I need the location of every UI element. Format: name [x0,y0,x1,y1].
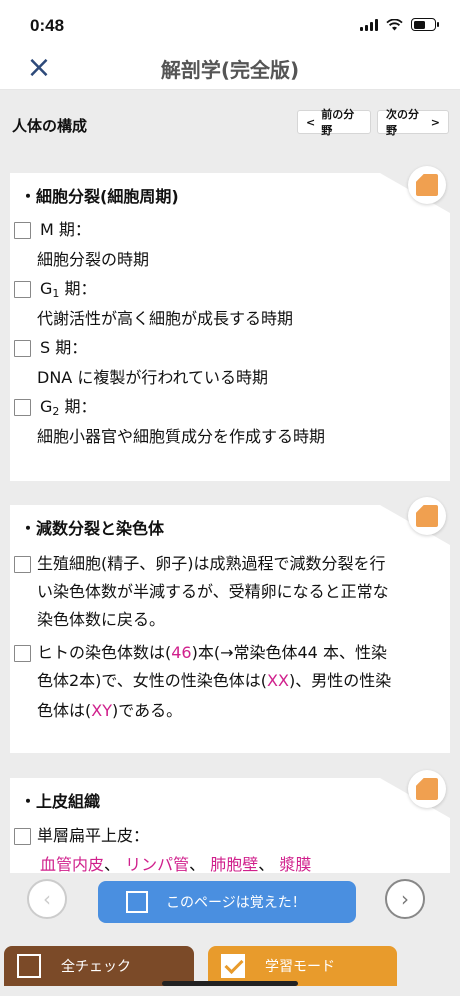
item-checkbox[interactable] [14,222,31,239]
next-page-button[interactable]: › [385,879,425,919]
all-check-button[interactable]: 全チェック [4,946,194,986]
item-text-line: ヒトの染色体数は(46)本(→常染色体44 本、性染 [37,643,387,662]
memorized-label: このページは覚えた！ [166,895,306,911]
item-term: G2 期： [40,397,97,418]
card-title: ・上皮組織 [20,792,101,811]
prev-section-button[interactable]: < 前の分野 [297,108,371,137]
fold-note-icon[interactable] [408,497,446,535]
next-section-label: 次の分野 [386,108,419,137]
battery-icon [411,18,439,31]
chevron-left-icon: ‹ [43,887,51,911]
status-icons [360,18,439,31]
item-description: 代謝活性が高く細胞が成長する時期 [37,309,294,328]
bottom-toolbar: ‹ このページは覚えた！ › 全チェック 学習モード [0,873,460,996]
answer-text: XX [267,671,289,690]
card-title: ・減数分裂と染色体 [20,519,165,538]
item-checkbox[interactable] [14,556,31,573]
fold-note-icon[interactable] [408,770,446,808]
item-text-line: 染色体数に戻る。 [37,610,166,629]
item-checkbox[interactable] [14,281,31,298]
card-meiosis: ・減数分裂と染色体 生殖細胞(精子、卵子)は成熟過程で減数分裂を行 い染色体数が… [10,505,450,753]
page-title: 解剖学(完全版) [160,58,300,82]
memorized-checkbox [126,891,148,913]
item-checkbox[interactable] [14,828,31,845]
item-term: M 期： [40,220,91,239]
item-description: 細胞分裂の時期 [37,250,150,269]
next-section-button[interactable]: 次の分野 > [377,108,449,137]
prev-page-button[interactable]: ‹ [27,879,67,919]
status-bar: 0:48 [0,0,460,44]
item-checkbox[interactable] [14,340,31,357]
item-description: 細胞小器官や細胞質成分を作成する時期 [37,427,326,446]
memorized-button[interactable]: このページは覚えた！ [98,881,356,923]
wifi-icon [386,18,403,30]
study-mode-label: 学習モード [265,959,335,975]
section-header: 人体の構成 < 前の分野 次の分野 > [0,90,460,154]
answer-text: 46 [171,643,192,662]
signal-icon [360,18,378,31]
checked-checkbox-icon [221,954,245,978]
item-term: G1 期： [40,279,97,300]
home-indicator [162,981,298,986]
chevron-left-icon: < [306,115,316,129]
item-text-line: い染色体数が半減するが、受精卵になると正常な [37,582,389,601]
item-checkbox[interactable] [14,399,31,416]
checkbox-icon [17,954,41,978]
item-text-line: 生殖細胞(精子、卵子)は成熟過程で減数分裂を行 [37,554,386,573]
card-cell-division: ・細胞分裂(細胞周期) M 期： 細胞分裂の時期 G1 期： 代謝活性が高く細胞… [10,173,450,481]
study-mode-button[interactable]: 学習モード [208,946,397,986]
item-text-line: 色体2本)で、女性の性染色体は(XX)、男性の性染 [37,671,392,690]
status-time: 0:48 [30,16,65,35]
card-title: ・細胞分裂(細胞周期) [20,187,179,206]
item-examples: 血管内皮、 リンパ管、 肺胞壁、 漿膜 [40,855,312,874]
item-checkbox[interactable] [14,645,31,662]
fold-note-icon[interactable] [408,166,446,204]
item-text-line: 色体は(XY)である。 [37,701,183,720]
answer-text: XY [91,701,112,720]
all-check-label: 全チェック [61,959,131,975]
item-term: 単層扁平上皮： [37,826,150,845]
chevron-right-icon: > [430,115,440,129]
item-description: DNA に複製が行われている時期 [37,368,269,387]
nav-bar: × 解剖学(完全版) [0,44,460,90]
prev-section-label: 前の分野 [321,108,355,137]
section-title: 人体の構成 [12,117,88,135]
chevron-right-icon: › [401,887,409,911]
item-term: S 期： [40,338,88,357]
